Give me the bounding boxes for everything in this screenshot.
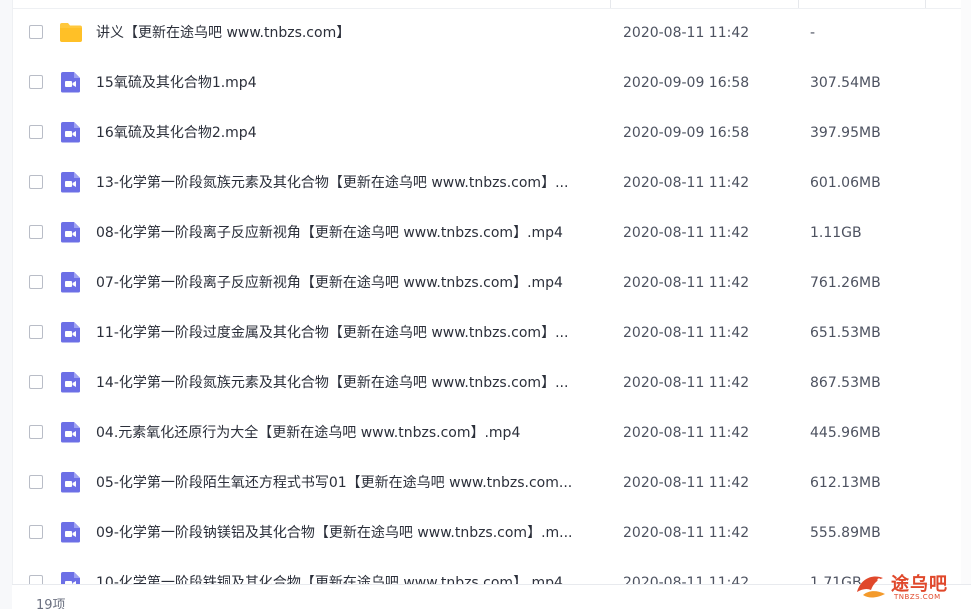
file-name[interactable]: 10-化学第一阶段铁铜及其化合物【更新在途乌吧 www.tnbzs.com】.m… — [96, 558, 606, 584]
scrollbar-track[interactable] — [961, 0, 971, 609]
file-size: 601.06MB — [810, 175, 881, 191]
file-date: 2020-08-11 11:42 — [623, 425, 750, 441]
file-date: 2020-08-11 11:42 — [623, 475, 750, 491]
file-date: 2020-08-11 11:42 — [623, 175, 750, 191]
file-size: 867.53MB — [810, 375, 881, 391]
file-browser: 讲义【更新在途乌吧 www.tnbzs.com】 2020-08-11 11:42… — [0, 0, 971, 609]
video-file-icon — [59, 121, 83, 143]
file-row[interactable]: 09-化学第一阶段钠镁铝及其化合物【更新在途乌吧 www.tnbzs.com】.… — [12, 508, 957, 558]
file-row[interactable]: 11-化学第一阶段过度金属及其化合物【更新在途乌吧 www.tnbzs.com】… — [12, 308, 957, 358]
file-row[interactable]: 14-化学第一阶段氮族元素及其化合物【更新在途乌吧 www.tnbzs.com】… — [12, 358, 957, 408]
file-size: - — [810, 25, 816, 41]
file-row[interactable]: 10-化学第一阶段铁铜及其化合物【更新在途乌吧 www.tnbzs.com】.m… — [12, 558, 957, 584]
row-checkbox[interactable] — [29, 475, 43, 489]
file-name[interactable]: 14-化学第一阶段氮族元素及其化合物【更新在途乌吧 www.tnbzs.com】… — [96, 358, 606, 408]
file-name[interactable]: 讲义【更新在途乌吧 www.tnbzs.com】 — [96, 8, 606, 58]
file-size: 1.11GB — [810, 225, 862, 241]
file-date: 2020-08-11 11:42 — [623, 225, 750, 241]
video-file-icon — [59, 271, 83, 293]
file-date: 2020-09-09 16:58 — [623, 125, 750, 141]
file-name[interactable]: 09-化学第一阶段钠镁铝及其化合物【更新在途乌吧 www.tnbzs.com】.… — [96, 508, 606, 558]
file-name[interactable]: 08-化学第一阶段离子反应新视角【更新在途乌吧 www.tnbzs.com】.m… — [96, 208, 606, 258]
file-row[interactable]: 07-化学第一阶段离子反应新视角【更新在途乌吧 www.tnbzs.com】.m… — [12, 258, 957, 308]
row-checkbox[interactable] — [29, 175, 43, 189]
row-checkbox[interactable] — [29, 275, 43, 289]
file-size: 397.95MB — [810, 125, 881, 141]
file-name[interactable]: 13-化学第一阶段氮族元素及其化合物【更新在途乌吧 www.tnbzs.com】… — [96, 158, 606, 208]
file-row[interactable]: 05-化学第一阶段陌生氧还方程式书写01【更新在途乌吧 www.tnbzs.co… — [12, 458, 957, 508]
video-file-icon — [59, 571, 83, 584]
file-name[interactable]: 07-化学第一阶段离子反应新视角【更新在途乌吧 www.tnbzs.com】.m… — [96, 258, 606, 308]
file-row[interactable]: 16氧硫及其化合物2.mp4 2020-09-09 16:58 397.95MB — [12, 108, 957, 158]
video-file-icon — [59, 371, 83, 393]
row-checkbox[interactable] — [29, 425, 43, 439]
row-checkbox[interactable] — [29, 125, 43, 139]
file-date: 2020-09-09 16:58 — [623, 75, 750, 91]
video-file-icon — [59, 521, 83, 543]
file-date: 2020-08-11 11:42 — [623, 575, 750, 584]
file-name[interactable]: 05-化学第一阶段陌生氧还方程式书写01【更新在途乌吧 www.tnbzs.co… — [96, 458, 606, 508]
watermark-subtext: TNBZS.COM — [894, 593, 941, 601]
file-list: 讲义【更新在途乌吧 www.tnbzs.com】 2020-08-11 11:42… — [12, 8, 957, 584]
row-checkbox[interactable] — [29, 325, 43, 339]
column-divider — [925, 0, 926, 8]
file-row[interactable]: 13-化学第一阶段氮族元素及其化合物【更新在途乌吧 www.tnbzs.com】… — [12, 158, 957, 208]
file-row[interactable]: 15氧硫及其化合物1.mp4 2020-09-09 16:58 307.54MB — [12, 58, 957, 108]
row-checkbox[interactable] — [29, 575, 43, 584]
file-row[interactable]: 04.元素氧化还原行为大全【更新在途乌吧 www.tnbzs.com】.mp4 2… — [12, 408, 957, 458]
row-checkbox[interactable] — [29, 225, 43, 239]
file-date: 2020-08-11 11:42 — [623, 325, 750, 341]
video-file-icon — [59, 471, 83, 493]
video-file-icon — [59, 421, 83, 443]
file-row[interactable]: 08-化学第一阶段离子反应新视角【更新在途乌吧 www.tnbzs.com】.m… — [12, 208, 957, 258]
file-name[interactable]: 15氧硫及其化合物1.mp4 — [96, 58, 606, 108]
file-name[interactable]: 16氧硫及其化合物2.mp4 — [96, 108, 606, 158]
file-size: 761.26MB — [810, 275, 881, 291]
row-checkbox[interactable] — [29, 525, 43, 539]
file-date: 2020-08-11 11:42 — [623, 525, 750, 541]
file-size: 651.53MB — [810, 325, 881, 341]
video-file-icon — [59, 321, 83, 343]
file-name[interactable]: 11-化学第一阶段过度金属及其化合物【更新在途乌吧 www.tnbzs.com】… — [96, 308, 606, 358]
item-count: 19项 — [36, 598, 66, 609]
file-name[interactable]: 04.元素氧化还原行为大全【更新在途乌吧 www.tnbzs.com】.mp4 — [96, 408, 606, 458]
file-size: 612.13MB — [810, 475, 881, 491]
file-date: 2020-08-11 11:42 — [623, 375, 750, 391]
row-checkbox[interactable] — [29, 75, 43, 89]
row-checkbox[interactable] — [29, 25, 43, 39]
file-date: 2020-08-11 11:42 — [623, 275, 750, 291]
bird-logo-icon — [857, 576, 885, 598]
file-size: 307.54MB — [810, 75, 881, 91]
status-bar: 19项 — [12, 584, 971, 609]
watermark-logo: 途乌吧 TNBZS.COM — [853, 568, 963, 606]
file-size: 445.96MB — [810, 425, 881, 441]
file-size: 555.89MB — [810, 525, 881, 541]
video-file-icon — [59, 221, 83, 243]
file-row[interactable]: 讲义【更新在途乌吧 www.tnbzs.com】 2020-08-11 11:42… — [12, 8, 957, 58]
video-file-icon — [59, 71, 83, 93]
video-file-icon — [59, 171, 83, 193]
folder-icon — [59, 21, 83, 43]
column-divider — [798, 0, 799, 8]
file-date: 2020-08-11 11:42 — [623, 25, 750, 41]
column-divider — [610, 0, 611, 8]
row-checkbox[interactable] — [29, 375, 43, 389]
